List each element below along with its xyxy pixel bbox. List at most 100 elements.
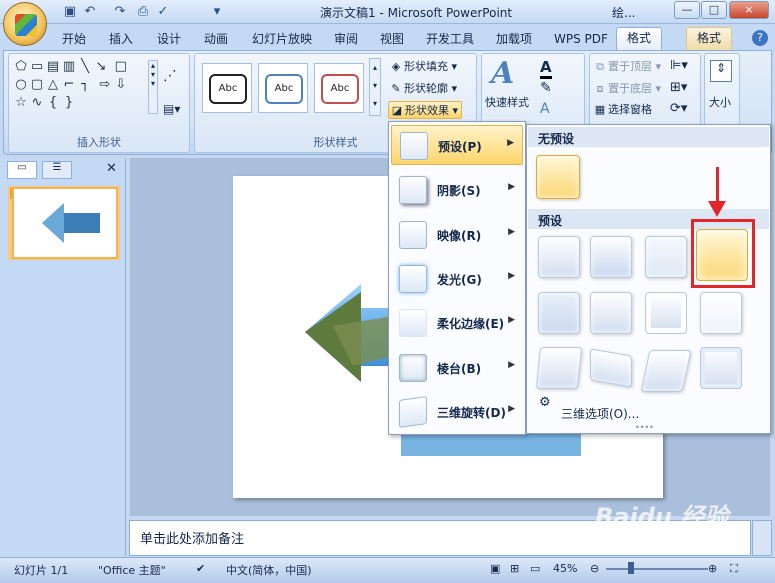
shape-style-black[interactable]: Abc <box>202 63 252 113</box>
spellcheck-icon[interactable]: ✔ <box>196 562 205 575</box>
preset-6[interactable] <box>590 292 632 334</box>
help-icon[interactable]: ? <box>752 30 768 46</box>
quick-styles-icon[interactable]: A <box>491 56 514 91</box>
shape-rectangle-icon[interactable]: □ <box>113 58 129 76</box>
zoom-slider[interactable] <box>606 568 708 570</box>
tab-developer[interactable]: 开发工具 <box>426 29 474 49</box>
menu-item-glow[interactable]: 发光(G) ▶ <box>391 259 523 299</box>
preset-3[interactable] <box>645 236 687 278</box>
tab-view[interactable]: 视图 <box>380 29 404 49</box>
normal-view-icon[interactable]: ▣ <box>490 562 500 575</box>
menu-item-3d-rotation[interactable]: 三维旋转(D) ▶ <box>391 392 523 432</box>
customize-toolbar-icon[interactable]: ▾ <box>209 4 225 20</box>
slideshow-view-icon[interactable]: ▭ <box>530 562 540 575</box>
spell-icon[interactable]: ✓ <box>155 4 171 20</box>
gallery-resize-grip[interactable]: •••• <box>635 423 654 432</box>
close-pane-icon[interactable]: ✕ <box>106 161 117 176</box>
shape-style-blue[interactable]: Abc <box>258 63 308 113</box>
send-to-back-button[interactable]: ⧈ 置于底层 ▾ <box>592 80 662 98</box>
slides-tab[interactable]: ▭ <box>7 161 37 179</box>
shape-outline-button[interactable]: ✎ 形状轮廓 ▾ <box>388 80 457 98</box>
style-gallery-scroll[interactable]: ▴ ▾ ▾ <box>369 58 381 116</box>
shape-freeform-icon[interactable]: ⬠ <box>13 58 29 76</box>
tab-review[interactable]: 审阅 <box>334 29 358 49</box>
shape-fill-button[interactable]: ◈ 形状填充 ▾ <box>388 58 457 76</box>
shapes-gallery[interactable]: ⬠ ▭ ▤ ▥ ╲ ↘ □ ○ ▢ △ ⌐ ┐ ⇨ ⇩ ☆ ∿{} <box>13 58 141 112</box>
zoom-slider-thumb[interactable] <box>628 562 634 574</box>
textbox-dropdown-icon[interactable]: ▤▾ <box>163 102 180 116</box>
shape-rect-icon[interactable]: ▭ <box>29 58 45 76</box>
zoom-out-icon[interactable]: ⊖ <box>590 562 599 575</box>
no-preset-option[interactable] <box>536 155 580 199</box>
notes-scrollbar[interactable] <box>752 520 772 556</box>
size-button[interactable]: 大小 <box>709 94 731 112</box>
text-fill-button[interactable]: A <box>540 58 552 79</box>
tab-animation[interactable]: 动画 <box>204 29 228 49</box>
save-icon[interactable]: ▣ <box>62 4 78 20</box>
text-outline-icon[interactable]: ✎ <box>540 80 552 96</box>
menu-item-shadow[interactable]: 阴影(S) ▶ <box>391 170 523 210</box>
shape-arrow-line-icon[interactable]: ↘ <box>93 58 109 76</box>
menu-item-soft-edges[interactable]: 柔化边缘(E) ▶ <box>391 303 523 343</box>
minimize-button[interactable]: — <box>674 1 700 19</box>
office-button[interactable] <box>3 2 47 46</box>
shape-textbox-v-icon[interactable]: ▥ <box>61 58 77 76</box>
fit-slide-icon[interactable]: ⛶ <box>730 562 738 576</box>
menu-item-bevel[interactable]: 棱台(B) ▶ <box>391 348 523 388</box>
align-icon[interactable]: ⊫▾ <box>670 58 688 73</box>
tab-format-drawing[interactable]: 格式 <box>616 27 663 52</box>
quick-styles-button[interactable]: 快速样式 <box>485 94 529 112</box>
shape-textbox-icon[interactable]: ▤ <box>45 58 61 76</box>
size-icon[interactable]: ⇕ <box>710 60 732 82</box>
maximize-button[interactable]: □ <box>701 1 727 19</box>
tab-wps-pdf[interactable]: WPS PDF <box>554 29 608 49</box>
tab-format-picture[interactable]: 格式 <box>686 27 733 50</box>
shape-effects-button[interactable]: ◪ 形状效果 ▾ <box>388 101 463 119</box>
shape-brace-icon[interactable]: { <box>45 94 61 112</box>
undo-icon[interactable]: ↶ <box>82 4 98 20</box>
preset-11[interactable] <box>640 350 692 392</box>
3d-options-link[interactable]: 三维选项(O)... <box>561 405 639 422</box>
shape-brace-r-icon[interactable]: } <box>61 94 77 112</box>
outline-tab[interactable]: ☰ <box>42 161 72 179</box>
shape-rounded-rect-icon[interactable]: ▢ <box>29 76 45 94</box>
rotate-icon[interactable]: ⟳▾ <box>670 101 687 116</box>
shape-line-icon[interactable]: ╲ <box>77 58 93 76</box>
text-effects-icon[interactable]: A <box>540 101 550 117</box>
zoom-level[interactable]: 45% <box>553 562 577 575</box>
shape-curve-icon[interactable]: ∿ <box>29 94 45 112</box>
tab-home[interactable]: 开始 <box>62 29 86 49</box>
preset-5[interactable] <box>538 292 580 334</box>
bring-to-front-button[interactable]: ⧉ 置于顶层 ▾ <box>592 58 661 76</box>
shape-oval-icon[interactable]: ○ <box>13 76 29 94</box>
edit-shape-icon[interactable]: ⋰ <box>163 68 177 84</box>
redo-icon[interactable]: ↷ <box>112 4 128 20</box>
group-icon[interactable]: ⊞▾ <box>670 80 687 95</box>
menu-item-reflection[interactable]: 映像(R) ▶ <box>391 215 523 255</box>
tab-design[interactable]: 设计 <box>157 29 181 49</box>
selection-pane-button[interactable]: ▦ 选择窗格 <box>592 101 652 119</box>
shape-connector-icon[interactable]: ⌐ <box>61 76 77 94</box>
close-button[interactable]: × <box>729 1 769 19</box>
preset-7[interactable] <box>645 292 687 334</box>
tab-insert[interactable]: 插入 <box>109 29 133 49</box>
shape-right-arrow-icon[interactable]: ⇨ <box>97 76 113 94</box>
shape-triangle-icon[interactable]: △ <box>45 76 61 94</box>
preset-9[interactable] <box>535 347 583 389</box>
tab-addins[interactable]: 加载项 <box>496 29 532 49</box>
menu-item-preset[interactable]: 预设(P) ▶ <box>391 125 523 165</box>
zoom-in-icon[interactable]: ⊕ <box>708 562 717 575</box>
slide-thumbnail[interactable] <box>12 187 118 259</box>
shape-star-icon[interactable]: ☆ <box>13 94 29 112</box>
shape-style-red[interactable]: Abc <box>314 63 364 113</box>
preset-8[interactable] <box>700 292 742 334</box>
print-preview-icon[interactable]: ⎙ <box>135 4 151 20</box>
shapes-scroll[interactable]: ▴ ▾ ▾ <box>148 60 158 114</box>
shape-elbow-icon[interactable]: ┐ <box>77 76 93 94</box>
shape-down-arrow-icon[interactable]: ⇩ <box>113 76 129 94</box>
preset-12[interactable] <box>700 347 742 389</box>
preset-1[interactable] <box>538 236 580 278</box>
sorter-view-icon[interactable]: ⊞ <box>510 562 519 575</box>
tab-slideshow[interactable]: 幻灯片放映 <box>252 29 312 49</box>
preset-2[interactable] <box>590 236 632 278</box>
